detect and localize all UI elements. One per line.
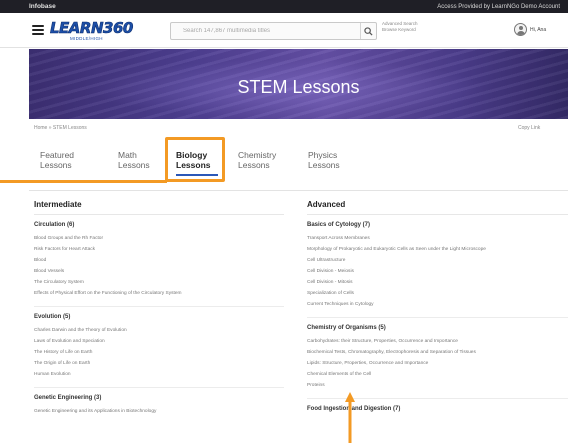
annotation-arrow-icon — [345, 392, 355, 443]
tab-label-line1: Featured — [40, 150, 75, 160]
page-banner: STEM Lessons — [29, 49, 568, 119]
lesson-link[interactable]: Genetic Engineering and its Applications… — [34, 406, 284, 417]
topic-basics-of-cytology: Basics of Cytology (7) Transport Across … — [307, 222, 568, 310]
lesson-link[interactable]: Charles Darwin and the Theory of Evoluti… — [34, 325, 284, 336]
logo-subtitle: MIDDLE/HIGH — [70, 36, 103, 41]
lesson-link[interactable]: Blood — [34, 255, 284, 266]
tab-chemistry-lessons[interactable]: Chemistry Lessons — [238, 147, 286, 187]
search-input[interactable] — [171, 23, 360, 39]
top-bar: Infobase Access Provided by LearnNGo Dem… — [0, 0, 568, 13]
hamburger-menu-icon[interactable] — [32, 25, 44, 35]
lesson-link[interactable]: Blood Vessels — [34, 266, 284, 277]
browse-keyword-link[interactable]: Browse Keyword — [382, 27, 432, 33]
tab-physics-lessons[interactable]: Physics Lessons — [308, 147, 348, 187]
lesson-link[interactable]: Transport Across Membranes — [307, 233, 568, 244]
lesson-link[interactable]: Biochemical Tests, Chromatography, Elect… — [307, 347, 568, 358]
user-avatar-icon[interactable] — [514, 23, 527, 36]
access-text: Access Provided by LearnNGo Demo Account — [437, 3, 560, 10]
user-name[interactable]: Hi, Ana — [530, 27, 546, 33]
advanced-heading: Advanced — [307, 191, 568, 215]
lesson-link[interactable]: The Origin of Life on Earth — [34, 358, 284, 369]
lesson-link[interactable]: Cell Division - Meiosis — [307, 266, 568, 277]
topic-title[interactable]: Circulation (6) — [34, 222, 284, 233]
advanced-column: Advanced Basics of Cytology (7) Transpor… — [307, 191, 568, 417]
lesson-link[interactable]: Morphology of Prokaryotic and Eukaryotic… — [307, 244, 568, 255]
lesson-link[interactable]: Carbohydrates: their Structure, Properti… — [307, 336, 568, 347]
lesson-link[interactable]: Human Evolution — [34, 369, 284, 380]
tab-label-line1: Physics — [308, 150, 338, 160]
lesson-link[interactable]: Current Techniques in Cytology — [307, 299, 568, 310]
lesson-link[interactable]: Blood Groups and the Rh Factor — [34, 233, 284, 244]
lesson-link[interactable]: Lipids: Structure, Properties, Occurrenc… — [307, 358, 568, 369]
lesson-link[interactable]: Risk Factors for Heart Attack — [34, 244, 284, 255]
lesson-link[interactable]: Specialization of Cells — [307, 288, 568, 299]
tab-label-line2: Lessons — [238, 160, 270, 170]
copy-link-button[interactable]: Copy Link — [518, 125, 540, 131]
topic-chemistry-of-organisms: Chemistry of Organisms (5) Carbohydrates… — [307, 317, 568, 391]
infobase-brand[interactable]: Infobase — [29, 3, 56, 10]
user-menu[interactable]: Hi, Ana — [514, 23, 546, 36]
tab-label-line2: Lessons — [118, 160, 150, 170]
lessons-content: Intermediate Circulation (6) Blood Group… — [29, 190, 568, 443]
lesson-link[interactable]: The History of Life on Earth — [34, 347, 284, 358]
tab-label-line2: Lessons — [176, 160, 211, 170]
highlight-pointer-line — [0, 180, 167, 183]
search-button[interactable] — [360, 23, 376, 39]
lesson-link[interactable]: Chemical Elements of the Cell — [307, 369, 568, 380]
lesson-link[interactable]: Proteins — [307, 380, 568, 391]
topic-title[interactable]: Basics of Cytology (7) — [307, 222, 568, 233]
tab-biology-lessons[interactable]: Biology Lessons — [176, 147, 218, 187]
lesson-link[interactable]: The Circulatory System — [34, 277, 284, 288]
topic-title[interactable]: Genetic Engineering (3) — [34, 395, 284, 406]
intermediate-column: Intermediate Circulation (6) Blood Group… — [34, 191, 284, 417]
topic-evolution: Evolution (5) Charles Darwin and the The… — [34, 306, 284, 380]
lesson-link[interactable]: Cell Division - Mitosis — [307, 277, 568, 288]
advanced-search-links: Advanced Search Browse Keyword — [382, 21, 432, 33]
topic-genetic-engineering: Genetic Engineering (3) Genetic Engineer… — [34, 387, 284, 417]
tab-label-line1: Chemistry — [238, 150, 277, 160]
lesson-link[interactable]: Laws of Evolution and Speciation — [34, 336, 284, 347]
breadcrumb: Home » STEM Lessons — [34, 125, 87, 131]
tab-label-line1: Biology — [176, 150, 208, 160]
search-bar — [170, 22, 377, 40]
logo-wordmark: LEARN360 — [50, 19, 134, 38]
lesson-link[interactable]: Effects of Physical Effort on the Functi… — [34, 288, 284, 299]
intermediate-heading: Intermediate — [34, 191, 284, 215]
search-icon — [364, 26, 373, 36]
page-title: STEM Lessons — [237, 77, 360, 97]
lesson-link[interactable]: Cell Ultrastructure — [307, 255, 568, 266]
breadcrumb-text[interactable]: Home » STEM Lessons — [34, 125, 87, 131]
tab-label-line1: Math — [118, 150, 137, 160]
topic-title[interactable]: Chemistry of Organisms (5) — [307, 325, 568, 336]
topic-circulation: Circulation (6) Blood Groups and the Rh … — [34, 222, 284, 299]
site-logo[interactable]: LEARN360 MIDDLE/HIGH — [50, 19, 134, 43]
tab-label-line2: Lessons — [308, 160, 340, 170]
topic-title[interactable]: Evolution (5) — [34, 314, 284, 325]
tab-label-line2: Lessons — [40, 160, 72, 170]
